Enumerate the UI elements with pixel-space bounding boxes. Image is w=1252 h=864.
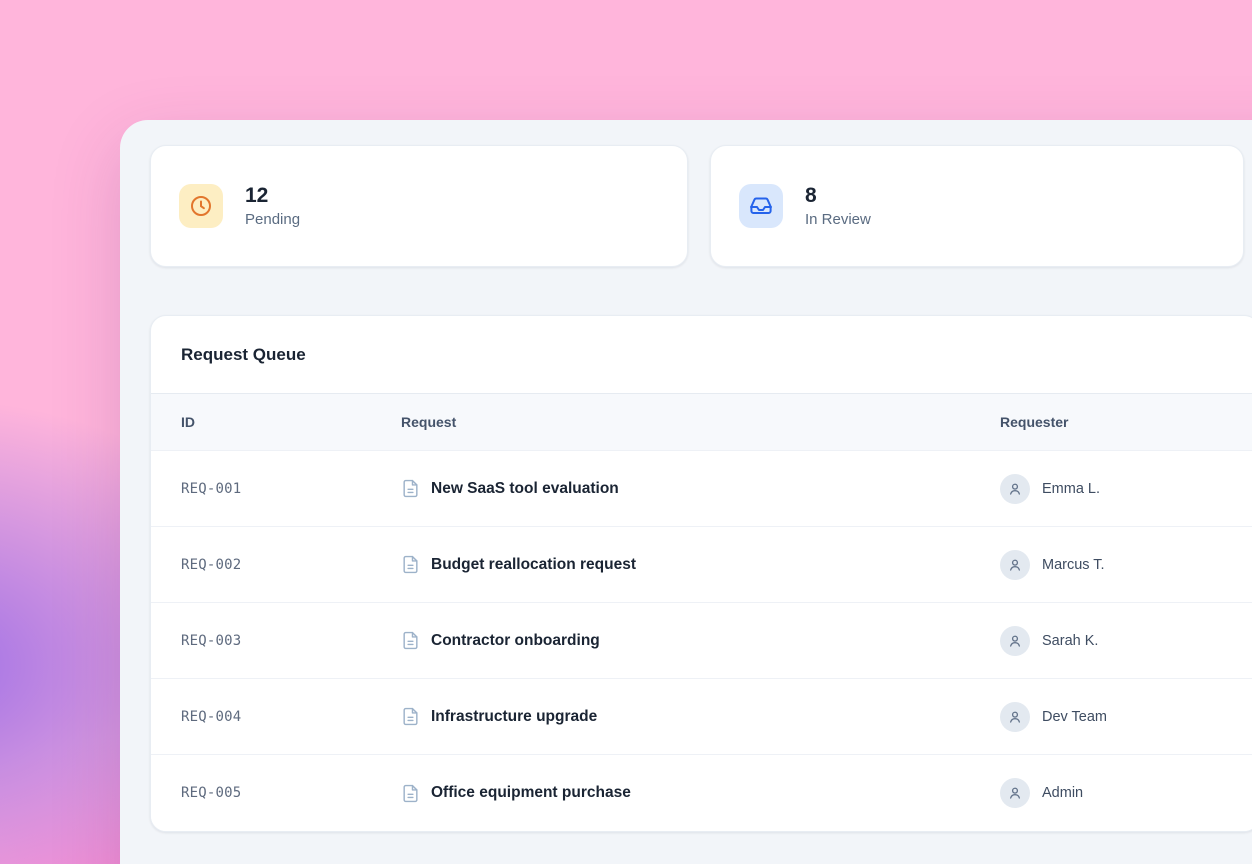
- avatar: [1000, 626, 1030, 656]
- user-icon: [1007, 557, 1023, 573]
- table-row[interactable]: REQ-005 Office equipment purchase: [151, 755, 1252, 831]
- user-icon: [1007, 481, 1023, 497]
- column-header-id: ID: [181, 414, 401, 430]
- requester-cell: Sarah K.: [1000, 626, 1252, 656]
- in-review-label: In Review: [805, 211, 871, 228]
- pending-label: Pending: [245, 211, 300, 228]
- request-queue-card: Request Queue ID Request Requester REQ-0…: [150, 315, 1252, 832]
- request-id: REQ-005: [181, 785, 401, 801]
- requester-cell: Emma L.: [1000, 474, 1252, 504]
- table-row[interactable]: REQ-004 Infrastructure upgrade: [151, 679, 1252, 755]
- pending-count: 12: [245, 184, 300, 208]
- request-id: REQ-004: [181, 709, 401, 725]
- table-row[interactable]: REQ-001 New SaaS tool evaluation: [151, 451, 1252, 527]
- user-icon: [1007, 785, 1023, 801]
- stat-text: 8 In Review: [805, 184, 871, 228]
- column-header-requester: Requester: [1000, 414, 1252, 430]
- table-header-row: ID Request Requester: [151, 394, 1252, 451]
- requester-name: Emma L.: [1042, 481, 1100, 497]
- request-cell: Contractor onboarding: [401, 631, 1000, 650]
- file-text-icon: [401, 707, 420, 726]
- requester-name: Sarah K.: [1042, 633, 1098, 649]
- table-title-bar: Request Queue: [151, 316, 1252, 394]
- request-title: Office equipment purchase: [431, 784, 631, 802]
- avatar: [1000, 778, 1030, 808]
- requester-cell: Marcus T.: [1000, 550, 1252, 580]
- request-cell: New SaaS tool evaluation: [401, 479, 1000, 498]
- request-cell: Infrastructure upgrade: [401, 707, 1000, 726]
- stat-text: 12 Pending: [245, 184, 300, 228]
- avatar: [1000, 550, 1030, 580]
- avatar: [1000, 474, 1030, 504]
- in-review-count: 8: [805, 184, 871, 208]
- request-id: REQ-002: [181, 557, 401, 573]
- table-row[interactable]: REQ-003 Contractor onboarding: [151, 603, 1252, 679]
- request-cell: Office equipment purchase: [401, 784, 1000, 803]
- request-id: REQ-001: [181, 481, 401, 497]
- request-id: REQ-003: [181, 633, 401, 649]
- app-background: 12 Pending 8 In Review Requ: [0, 0, 1252, 864]
- request-title: Contractor onboarding: [431, 632, 600, 650]
- request-title: Infrastructure upgrade: [431, 708, 597, 726]
- request-title: New SaaS tool evaluation: [431, 480, 619, 498]
- requester-cell: Dev Team: [1000, 702, 1252, 732]
- dashboard-panel: 12 Pending 8 In Review Requ: [120, 120, 1252, 864]
- file-text-icon: [401, 784, 420, 803]
- file-text-icon: [401, 479, 420, 498]
- requester-name: Marcus T.: [1042, 557, 1105, 573]
- request-title: Budget reallocation request: [431, 556, 636, 574]
- user-icon: [1007, 709, 1023, 725]
- file-text-icon: [401, 555, 420, 574]
- table-row[interactable]: REQ-002 Budget reallocation request: [151, 527, 1252, 603]
- table-title: Request Queue: [181, 345, 306, 365]
- avatar: [1000, 702, 1030, 732]
- requester-name: Dev Team: [1042, 709, 1107, 725]
- clock-icon: [179, 184, 223, 228]
- stats-row: 12 Pending 8 In Review: [150, 145, 1244, 267]
- column-header-request: Request: [401, 414, 1000, 430]
- request-cell: Budget reallocation request: [401, 555, 1000, 574]
- stat-card-in-review: 8 In Review: [710, 145, 1244, 267]
- file-text-icon: [401, 631, 420, 650]
- user-icon: [1007, 633, 1023, 649]
- stat-card-pending: 12 Pending: [150, 145, 688, 267]
- inbox-icon: [739, 184, 783, 228]
- requester-cell: Admin: [1000, 778, 1252, 808]
- requester-name: Admin: [1042, 785, 1083, 801]
